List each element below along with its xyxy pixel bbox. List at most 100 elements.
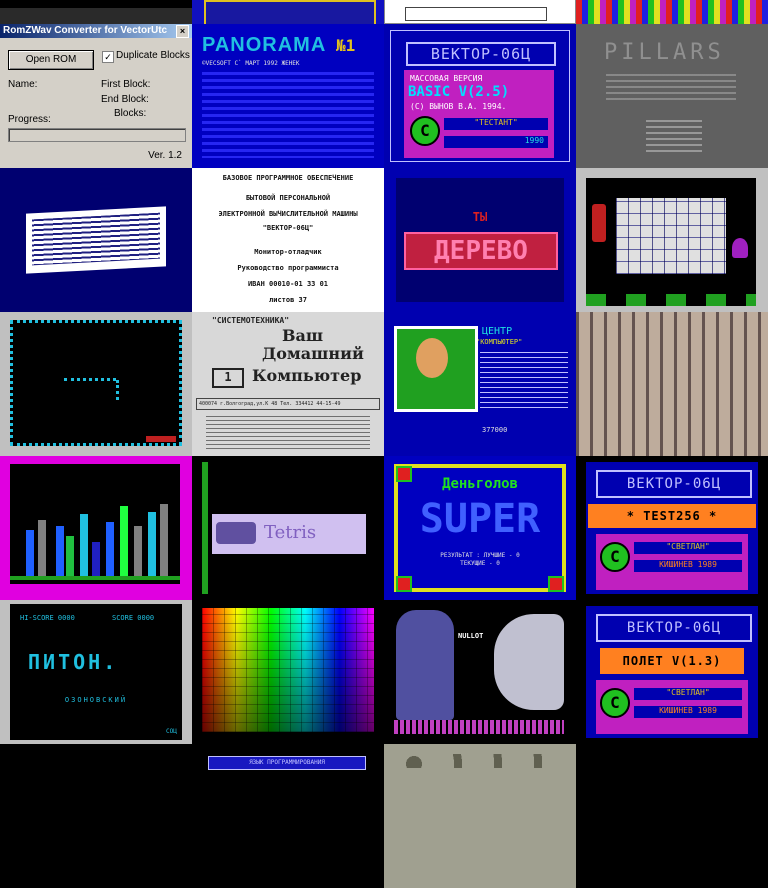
progress-bar — [8, 128, 186, 142]
super-corner-icon — [396, 466, 412, 482]
close-icon[interactable]: × — [176, 25, 189, 38]
polet-city: КИШИНЕВ 1989 — [634, 706, 742, 718]
center-subtitle: "КОМПЬЮТЕР" — [476, 338, 523, 346]
duplicate-blocks-label: Duplicate Blocks — [116, 50, 190, 61]
end-block-label: End Block: — [101, 94, 149, 105]
version-label: Ver. 1.2 — [148, 150, 182, 161]
pillars-title: PILLARS — [604, 40, 725, 65]
palette-shade — [202, 608, 374, 732]
python-hiscore: HI-SCORE 0000 — [20, 614, 75, 622]
progress-label: Progress: — [8, 114, 51, 125]
thumb-derevo[interactable]: ТЫ ДЕРЕВО — [384, 168, 576, 312]
pillars-menu — [646, 120, 702, 156]
thumb-test256[interactable]: ВЕКТОР-06Ц * TEST256 * С "СВЕТЛАН" КИШИН… — [576, 456, 768, 600]
basic-title: ВЕКТОР-06Ц — [406, 42, 556, 66]
vector-logo-icon: С — [410, 116, 440, 146]
thumb-puzzle-game[interactable] — [576, 168, 768, 312]
polet-title: ВЕКТОР-06Ц — [596, 614, 752, 642]
thumb-polet[interactable]: ВЕКТОР-06Ц ПОЛЕТ V(1.3) С "СВЕТЛАН" КИШИ… — [576, 600, 768, 744]
super-corner-icon-2 — [396, 576, 412, 592]
tetris-title: Tetris — [264, 522, 317, 543]
test256-brand: "СВЕТЛАН" — [634, 542, 742, 554]
panorama-sub: ©VECSOFT C` MAPT 1992 ЖЕНЕК — [202, 60, 300, 67]
portrait-face — [494, 614, 564, 710]
puzzle-status-bar — [586, 294, 756, 306]
manual-line4: "ВЕКТОР-06Ц" — [262, 224, 314, 232]
thumb-row6-a[interactable] — [0, 744, 192, 888]
python-title: ПИТОН. — [28, 650, 119, 674]
super-now: ТЕКУЩИЕ - 0 — [460, 560, 500, 567]
open-rom-button[interactable]: Open ROM — [8, 50, 94, 70]
portrait-word: NULLOT — [458, 632, 484, 640]
thumb-manual[interactable]: БАЗОВОЕ ПРОГРАММНОЕ ОБЕСПЕЧЕНИЕ БЫТОВОЙ … — [192, 168, 384, 312]
derevo-big: ДЕРЕВО — [404, 232, 558, 270]
thumb-tetris[interactable]: Tetris — [192, 456, 384, 600]
test256-label: * TEST256 * — [588, 504, 756, 528]
name-label: Name: — [8, 79, 38, 90]
python-corner: СОЦ — [166, 728, 177, 735]
portrait-figure — [396, 610, 454, 720]
python-score: SCORE 0000 — [112, 614, 155, 622]
thumb-circuit-board[interactable] — [576, 312, 768, 456]
thumb-snake[interactable] — [0, 312, 192, 456]
thumb-scroll[interactable] — [0, 168, 192, 312]
magazine-line1: Ваш — [282, 326, 324, 345]
test256-city: КИШИНЕВ 1989 — [634, 560, 742, 572]
thumb-row6-b[interactable]: ЯЗЫК ПРОГРАММИРОВАНИЯ — [192, 744, 384, 888]
dialog-title: RomZWav Converter for VectorUtc — [3, 25, 168, 36]
thumb-center[interactable]: ЦЕНТР "КОМПЬЮТЕР" 377000 — [384, 312, 576, 456]
thumb-row0-b[interactable] — [192, 0, 384, 24]
manual-line3: ЭЛЕКТРОННОЙ ВЫЧИСЛИТЕЛЬНОЙ МАШИНЫ — [218, 210, 358, 218]
thumb-row6-c[interactable] — [384, 744, 576, 888]
python-by: ОЗОНОВСКИЙ — [64, 696, 128, 704]
portrait-floor — [394, 720, 564, 734]
thumb-python[interactable]: HI-SCORE 0000 SCORE 0000 ПИТОН. ОЗОНОВСК… — [0, 600, 192, 744]
bottom-spheres — [394, 754, 564, 768]
panorama-text-block — [202, 72, 374, 158]
circuit-board-image — [576, 312, 768, 456]
player-left-icon — [592, 204, 606, 242]
thumb-row0-d[interactable] — [576, 0, 768, 24]
basic-lead: МАССОВАЯ ВЕРСИЯ — [410, 74, 483, 83]
basic-version: BASIC V(2.5) — [408, 84, 510, 100]
puzzle-grid — [616, 198, 726, 274]
center-title: ЦЕНТР — [482, 326, 513, 337]
snake-body — [64, 378, 116, 385]
thumb-bars-game[interactable] — [0, 456, 192, 600]
super-big: SUPER — [419, 496, 541, 542]
duplicate-blocks-checkbox[interactable]: ✓ — [102, 51, 114, 63]
thumb-portrait[interactable]: NULLOT — [384, 600, 576, 744]
thumb-palette[interactable] — [192, 600, 384, 744]
snake-tail — [112, 380, 119, 400]
thumb-basic[interactable]: ВЕКТОР-06Ц МАССОВАЯ ВЕРСИЯ BASIC V(2.5) … — [384, 24, 576, 168]
thumb-row6-d[interactable] — [576, 744, 768, 888]
super-result: РЕЗУЛЬТАТ : ЛУЧШИЕ - 0 — [440, 552, 520, 559]
thumb-row0-a[interactable] — [0, 0, 192, 24]
test256-title: ВЕКТОР-06Ц — [596, 470, 752, 498]
derevo-small: ТЫ — [472, 210, 488, 224]
super-name: Деньголов — [442, 476, 518, 492]
super-corner-icon-3 — [548, 576, 564, 592]
polet-brand: "СВЕТЛАН" — [634, 688, 742, 700]
magazine-num: 1 — [212, 368, 244, 388]
magazine-line3: Компьютер — [252, 366, 362, 385]
magazine-body — [206, 416, 370, 452]
snake-corner-mark — [146, 436, 176, 442]
thumb-panorama[interactable]: PANORAMA №1 ©VECSOFT C` MAPT 1992 ЖЕНЕК — [192, 24, 384, 168]
test256-logo-icon: С — [600, 542, 630, 572]
center-code: 377000 — [482, 426, 508, 434]
tetris-logo-icon — [216, 522, 256, 544]
thumb-pillars[interactable]: PILLARS — [576, 24, 768, 168]
thumb-magazine[interactable]: "СИСТЕМОТЕХНИКА" Ваш Домашний 1 Компьюте… — [192, 312, 384, 456]
thumb-super[interactable]: Деньголов SUPER РЕЗУЛЬТАТ : ЛУЧШИЕ - 0 Т… — [384, 456, 576, 600]
panorama-logo: PANORAMA — [202, 34, 327, 56]
manual-line1: БАЗОВОЕ ПРОГРАММНОЕ ОБЕСПЕЧЕНИЕ — [222, 174, 354, 182]
manual-line5: Монитор-отладчик — [254, 248, 322, 256]
basic-author: (С) ВЫНОВ В.А. 1994. — [410, 102, 507, 111]
manual-line6: Руководство программиста — [237, 264, 339, 272]
manual-line2: БЫТОВОЙ ПЕРСОНАЛЬНОЙ — [245, 194, 331, 202]
manual-line8: листов 37 — [269, 296, 307, 304]
dialog-titlebar[interactable]: RomZWav Converter for VectorUtc × — [0, 24, 192, 38]
thumb-row0-c[interactable] — [384, 0, 576, 24]
scroll-image — [26, 206, 166, 274]
